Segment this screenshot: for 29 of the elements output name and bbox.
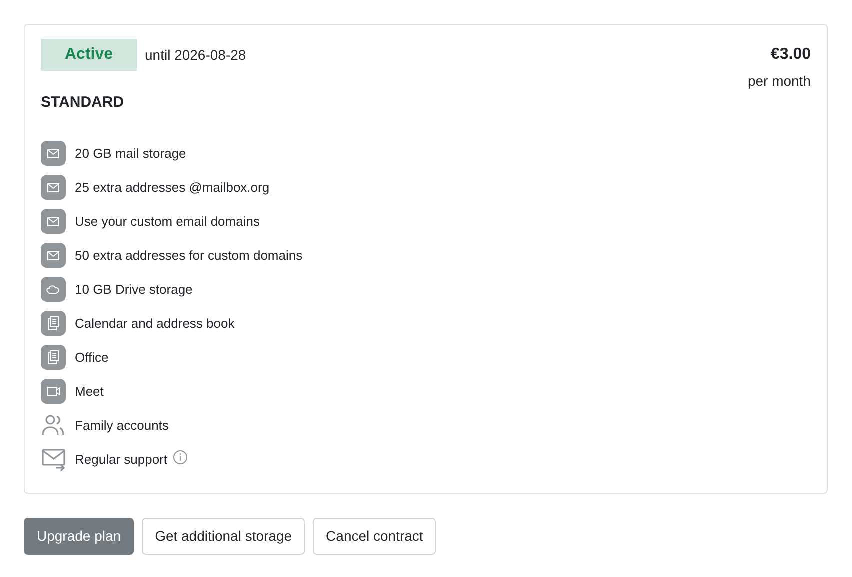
feature-label: Regular support (75, 450, 168, 469)
mail-icon (41, 175, 66, 200)
action-button[interactable]: Cancel contract (313, 518, 436, 555)
price: €3.00 (770, 45, 811, 65)
feature-label: 25 extra addresses @mailbox.org (75, 178, 270, 197)
billing-period: per month (748, 72, 811, 91)
mail-icon (41, 141, 66, 166)
feature-label: 10 GB Drive storage (75, 280, 193, 299)
feature-label: Meet (75, 382, 104, 401)
feature-label: 50 extra addresses for custom domains (75, 246, 303, 265)
documents-icon (41, 345, 66, 370)
feature-label: Use your custom email domains (75, 212, 260, 231)
feature-label: Family accounts (75, 416, 169, 435)
mail-icon (41, 209, 66, 234)
video-camera-icon (41, 379, 66, 404)
action-button[interactable]: Get additional storage (142, 518, 306, 555)
upgrade-button[interactable]: Upgrade plan (24, 518, 134, 555)
mail-forward-icon (41, 447, 66, 472)
status-badge: Active (41, 39, 137, 71)
feature-label: 20 GB mail storage (75, 144, 186, 163)
feature-label: Office (75, 348, 109, 367)
cloud-icon (41, 277, 66, 302)
expiry-date: until 2026-08-28 (145, 46, 246, 64)
mail-icon (41, 243, 66, 268)
people-icon (41, 413, 66, 438)
documents-icon (41, 311, 66, 336)
feature-label: Calendar and address book (75, 314, 235, 333)
info-icon[interactable] (172, 450, 188, 465)
plan-name: STANDARD (41, 93, 126, 113)
